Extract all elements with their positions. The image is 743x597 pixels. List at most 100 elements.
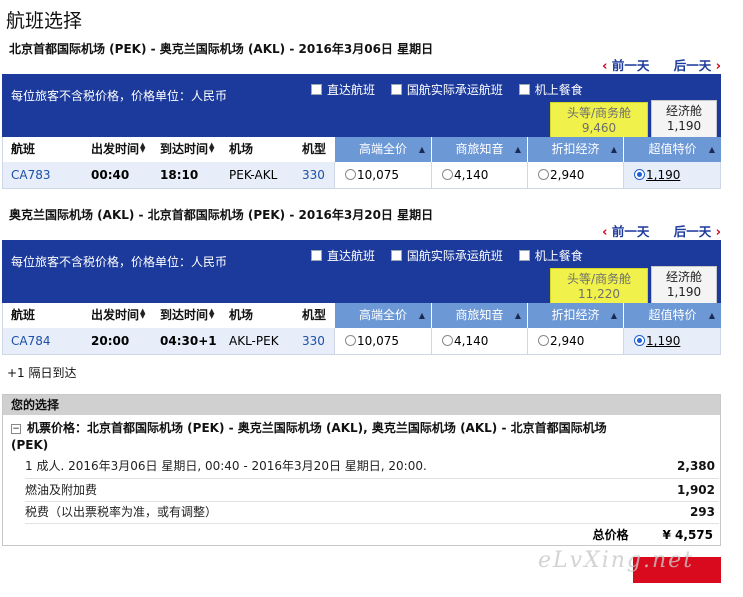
fare-option-super-value[interactable]: 1,190 xyxy=(623,328,720,354)
fare-option-premium-full[interactable]: 10,075 xyxy=(334,328,431,354)
summary-line-fuel-surcharge: 燃油及附加费 1,902 xyxy=(25,483,715,497)
fare-header-business-saver[interactable]: 商旅知音 ▲ xyxy=(431,137,527,162)
arrival-time: 18:10 xyxy=(160,168,199,182)
sort-icon: ▲ xyxy=(418,145,425,154)
filter-air-china-operated[interactable]: 国航实际承运航班 xyxy=(390,81,503,98)
sort-icon: ▲ xyxy=(708,145,715,154)
outbound-flight-row: CA783 00:40 18:10 PEK-AKL 330 10,075 4,1… xyxy=(2,162,721,189)
radio-selected-icon[interactable] xyxy=(634,169,645,180)
fare-header-discount-economy[interactable]: 折扣经济 ▲ xyxy=(527,137,623,162)
col-arrival[interactable]: 到达时间▲ ▼ xyxy=(160,303,214,328)
fare-header-super-value[interactable]: 超值特价 ▲ xyxy=(623,303,721,328)
fare-option-discount-economy[interactable]: 2,940 xyxy=(527,328,623,354)
return-prev-day-link[interactable]: ‹ 前一天 xyxy=(602,221,649,240)
departure-time: 00:40 xyxy=(91,168,130,182)
outbound-route-title: 北京首都国际机场 (PEK) - 奥克兰国际机场 (AKL) - 2016年3月… xyxy=(9,42,434,56)
chevron-left-icon: ‹ xyxy=(602,225,608,240)
fare-option-discount-economy[interactable]: 2,940 xyxy=(527,162,623,188)
outbound-next-day-link[interactable]: 后一天 › xyxy=(674,55,721,74)
checkbox-icon[interactable] xyxy=(518,250,530,261)
aircraft-type-link[interactable]: 330 xyxy=(302,162,325,189)
fare-header-super-value[interactable]: 超值特价 ▲ xyxy=(623,137,721,162)
col-flight: 航班 xyxy=(11,142,36,156)
fare-header-business-saver[interactable]: 商旅知音 ▲ xyxy=(431,303,527,328)
fare-option-premium-full[interactable]: 10,075 xyxy=(334,162,431,188)
outbound-column-headers: 航班 出发时间▲ ▼ 到达时间▲ ▼ 机场 机型 高端全价 ▲ 商旅知音 ▲ 折扣经济 ▲… xyxy=(2,137,721,162)
total-price: 总价格 ¥ 4,575 xyxy=(592,528,714,542)
radio-icon[interactable] xyxy=(345,335,356,346)
next-day-note: +1 隔日到达 xyxy=(7,366,77,380)
aircraft-type-link[interactable]: 330 xyxy=(302,328,325,355)
flight-number-link[interactable]: CA783 xyxy=(11,162,51,189)
page-title: 航班选择 xyxy=(6,10,83,32)
flight-number-link[interactable]: CA784 xyxy=(11,328,51,355)
airport-pair: PEK-AKL xyxy=(229,168,278,182)
sort-icon: ▲ xyxy=(610,145,617,154)
radio-selected-icon[interactable] xyxy=(634,335,645,346)
return-flight-row: CA784 20:00 04:30+1 AKL-PEK 330 10,075 4… xyxy=(2,328,721,355)
return-day-nav: ‹ 前一天 后一天 › xyxy=(602,221,721,240)
sort-icon: ▲ xyxy=(708,311,715,320)
fare-header-premium-full[interactable]: 高端全价 ▲ xyxy=(334,303,431,328)
col-departure[interactable]: 出发时间▲ ▼ xyxy=(91,303,145,328)
checkbox-icon[interactable] xyxy=(311,84,322,95)
col-arrival[interactable]: 到达时间▲ ▼ xyxy=(160,137,214,162)
radio-icon[interactable] xyxy=(345,169,356,180)
sort-icon: ▲ xyxy=(514,145,521,154)
outbound-prev-day-link[interactable]: ‹ 前一天 xyxy=(602,55,649,74)
sort-icon: ▲ ▼ xyxy=(209,141,215,154)
watermark: eLvXing.net xyxy=(538,548,695,573)
fare-option-business-saver[interactable]: 4,140 xyxy=(431,162,527,188)
checkbox-icon[interactable] xyxy=(311,250,322,261)
tab-economy[interactable]: 经济舱 1,190 xyxy=(651,266,717,303)
checkbox-icon[interactable] xyxy=(518,84,530,95)
collapse-icon[interactable]: − xyxy=(11,424,21,434)
price-note: 每位旅客不含税价格，价格单位：人民币 xyxy=(11,89,228,103)
return-route-title: 奥克兰国际机场 (AKL) - 北京首都国际机场 (PEK) - 2016年3月… xyxy=(9,208,434,222)
summary-fare-title: − 机票价格：北京首都国际机场 (PEK) - 奥克兰国际机场 (AKL), 奥克… xyxy=(11,421,607,452)
summary-line-base-fare: 1 成人. 2016年3月06日 星期日, 00:40 - 2016年3月20日… xyxy=(25,459,715,473)
checkbox-icon[interactable] xyxy=(390,250,402,261)
filter-meal[interactable]: 机上餐食 xyxy=(518,81,583,98)
col-airport: 机场 xyxy=(229,308,254,322)
outbound-day-nav: ‹ 前一天 后一天 › xyxy=(602,55,721,74)
filter-meal[interactable]: 机上餐食 xyxy=(518,247,583,264)
divider xyxy=(25,523,719,524)
sort-icon: ▲ ▼ xyxy=(209,307,215,320)
sort-icon: ▲ xyxy=(610,311,617,320)
tab-economy[interactable]: 经济舱 1,190 xyxy=(651,100,717,137)
col-aircraft: 机型 xyxy=(302,308,327,322)
radio-icon[interactable] xyxy=(538,335,549,346)
chevron-left-icon: ‹ xyxy=(602,59,608,74)
tab-first-business[interactable]: 头等/商务舱 9,460 xyxy=(550,102,648,137)
fare-header-premium-full[interactable]: 高端全价 ▲ xyxy=(334,137,431,162)
filter-direct[interactable]: 直达航班 xyxy=(311,81,375,98)
checkbox-icon[interactable] xyxy=(390,84,402,95)
radio-icon[interactable] xyxy=(442,169,453,180)
return-next-day-link[interactable]: 后一天 › xyxy=(674,221,721,240)
fare-option-business-saver[interactable]: 4,140 xyxy=(431,328,527,354)
sort-icon: ▲ xyxy=(514,311,521,320)
col-airport: 机场 xyxy=(229,142,254,156)
return-header-bar: 每位旅客不含税价格，价格单位：人民币 直达航班 国航实际承运航班 机上餐食 头等… xyxy=(2,240,721,303)
filter-air-china-operated[interactable]: 国航实际承运航班 xyxy=(390,247,503,264)
sort-icon: ▲ ▼ xyxy=(140,141,146,154)
fare-header-discount-economy[interactable]: 折扣经济 ▲ xyxy=(527,303,623,328)
sort-icon: ▲ xyxy=(418,311,425,320)
filter-group: 直达航班 国航实际承运航班 机上餐食 xyxy=(311,81,595,98)
airport-pair: AKL-PEK xyxy=(229,334,279,348)
chevron-right-icon: › xyxy=(715,225,721,240)
price-note: 每位旅客不含税价格，价格单位：人民币 xyxy=(11,255,228,269)
summary-line-taxes: 税费（以出票税率为准，或有调整） 293 xyxy=(25,505,715,519)
sort-icon: ▲ ▼ xyxy=(140,307,146,320)
filter-group: 直达航班 国航实际承运航班 机上餐食 xyxy=(311,247,595,264)
col-departure[interactable]: 出发时间▲ ▼ xyxy=(91,137,145,162)
radio-icon[interactable] xyxy=(442,335,453,346)
tab-first-business[interactable]: 头等/商务舱 11,220 xyxy=(550,268,648,303)
fare-option-super-value[interactable]: 1,190 xyxy=(623,162,720,188)
filter-direct[interactable]: 直达航班 xyxy=(311,247,375,264)
radio-icon[interactable] xyxy=(538,169,549,180)
arrival-time: 04:30+1 xyxy=(160,334,217,348)
summary-header: 您的选择 xyxy=(3,395,720,415)
col-flight: 航班 xyxy=(11,308,36,322)
